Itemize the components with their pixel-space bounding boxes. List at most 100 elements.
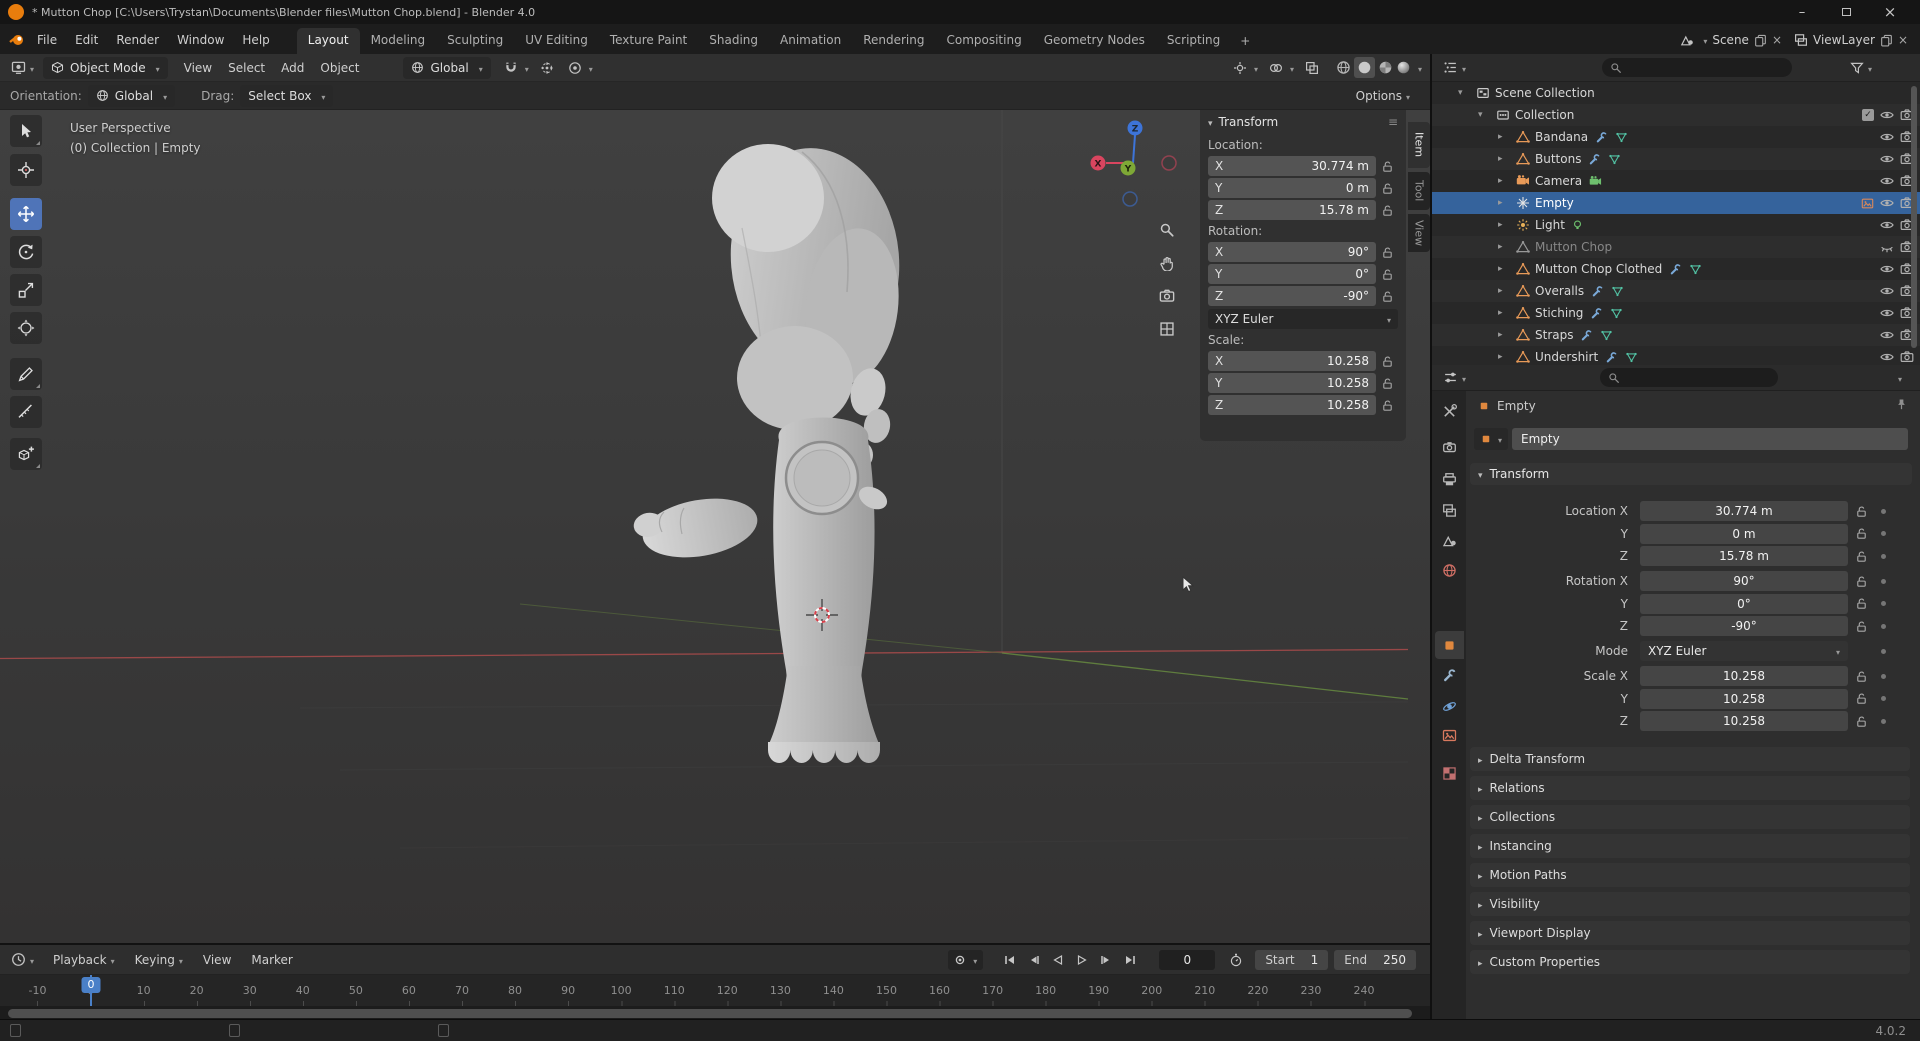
camera-data-icon[interactable]: [1588, 174, 1602, 188]
geometry-nodes-icon[interactable]: [1624, 350, 1638, 364]
animate-decorator-dot[interactable]: [1874, 601, 1892, 606]
timeline-editor-icon[interactable]: [8, 952, 37, 967]
jump-to-start-button[interactable]: [999, 949, 1021, 971]
lock-icon[interactable]: [1848, 670, 1874, 683]
lock-icon[interactable]: [1376, 182, 1398, 195]
modifier-wrench-icon[interactable]: [1579, 328, 1593, 342]
viewport-menu-item[interactable]: Select: [220, 57, 273, 79]
disclosure-icon[interactable]: [1498, 132, 1514, 142]
object-type-dropdown[interactable]: [1474, 428, 1508, 450]
disclosure-icon[interactable]: [1498, 154, 1514, 164]
scene-icon[interactable]: [1680, 33, 1694, 47]
timeline-menu-item[interactable]: Keying: [125, 949, 193, 971]
tab-physics[interactable]: [1435, 692, 1464, 720]
snap-to-icon[interactable]: [537, 61, 557, 75]
hide-in-viewport-eye-icon[interactable]: [1880, 174, 1894, 188]
value-field[interactable]: 10.258: [1640, 666, 1848, 686]
snap-dropdown-chevron[interactable]: [525, 62, 529, 74]
tab-constraints[interactable]: [1435, 661, 1464, 689]
tool-cursor[interactable]: [10, 154, 42, 186]
tab-texture[interactable]: [1435, 759, 1464, 787]
workspace-tab[interactable]: Animation: [769, 28, 852, 54]
tool-add-primitive[interactable]: [10, 438, 42, 470]
animate-decorator-dot[interactable]: [1874, 674, 1892, 679]
lock-icon[interactable]: [1376, 377, 1398, 390]
workspace-tab[interactable]: Texture Paint: [599, 28, 698, 54]
tab-object[interactable]: [1435, 631, 1464, 659]
workspace-tab[interactable]: Compositing: [935, 28, 1032, 54]
outliner-row[interactable]: Light: [1432, 214, 1920, 236]
workspace-tab[interactable]: Geometry Nodes: [1033, 28, 1156, 54]
hide-in-viewport-eye-icon[interactable]: [1880, 218, 1894, 232]
lock-icon[interactable]: [1848, 645, 1874, 658]
viewport-menu-item[interactable]: Object: [312, 57, 367, 79]
show-overlays-icon[interactable]: [1266, 61, 1286, 75]
tool-move[interactable]: [10, 198, 42, 230]
outliner-editor-icon[interactable]: [1440, 60, 1469, 75]
outliner-row[interactable]: Stiching: [1432, 302, 1920, 324]
orientation-dropdown[interactable]: Global: [88, 85, 175, 107]
properties-editor-icon[interactable]: [1440, 370, 1469, 385]
orthographic-toggle-icon[interactable]: [1155, 317, 1179, 341]
new-view-layer-icon[interactable]: [1880, 34, 1893, 47]
panel-collapse-icon[interactable]: [1208, 115, 1219, 129]
hide-in-viewport-eye-icon[interactable]: [1880, 196, 1894, 210]
rotation-mode-dropdown[interactable]: XYZ Euler: [1640, 641, 1848, 661]
snap-magnet-icon[interactable]: [501, 61, 521, 75]
outliner-scrollbar[interactable]: [1911, 86, 1917, 348]
shading-dropdown-chevron[interactable]: [1418, 62, 1422, 74]
menu-item[interactable]: Render: [107, 27, 168, 53]
tab-view-layer[interactable]: [1435, 496, 1464, 524]
view-layer-name[interactable]: ViewLayer: [1813, 33, 1875, 47]
hide-in-viewport-eye-icon[interactable]: [1880, 130, 1894, 144]
hide-in-viewport-eye-icon[interactable]: [1880, 240, 1894, 254]
play-button[interactable]: [1071, 949, 1093, 971]
lock-icon[interactable]: [1376, 290, 1398, 303]
animate-decorator-dot[interactable]: [1874, 624, 1892, 629]
xray-toggle-icon[interactable]: [1302, 61, 1322, 75]
collection-checkbox[interactable]: [1862, 109, 1874, 121]
add-workspace-button[interactable]: +: [1231, 29, 1259, 53]
animate-decorator-dot[interactable]: [1874, 579, 1892, 584]
geometry-nodes-icon[interactable]: [1614, 130, 1628, 144]
scene-name[interactable]: Scene: [1712, 33, 1749, 47]
outliner-row[interactable]: Undershirt: [1432, 346, 1920, 365]
value-field[interactable]: 0 m: [1640, 524, 1848, 544]
maximize-button[interactable]: [1824, 0, 1868, 24]
frame-end-field[interactable]: End250: [1334, 950, 1416, 970]
auto-keying-button[interactable]: [948, 950, 983, 970]
lock-icon[interactable]: [1376, 246, 1398, 259]
animate-decorator-dot[interactable]: [1874, 649, 1892, 654]
lock-icon[interactable]: [1376, 355, 1398, 368]
shading-rendered-icon[interactable]: [1396, 60, 1411, 75]
section-header[interactable]: Relations: [1470, 776, 1910, 800]
outliner-row[interactable]: Scene Collection: [1432, 82, 1920, 104]
zoom-icon[interactable]: [1155, 218, 1179, 242]
proportional-editing-icon[interactable]: [565, 61, 585, 75]
filter-dropdown-chevron[interactable]: [1868, 62, 1872, 74]
tab-scene[interactable]: [1435, 526, 1464, 554]
modifier-wrench-icon[interactable]: [1594, 130, 1608, 144]
breadcrumb-object-name[interactable]: Empty: [1497, 399, 1536, 413]
sidebar-tab-item[interactable]: Item: [1408, 122, 1430, 168]
view-layer-icon[interactable]: [1794, 33, 1808, 47]
lock-icon[interactable]: [1848, 527, 1874, 540]
outliner-row[interactable]: Camera: [1432, 170, 1920, 192]
gizmo-dropdown-chevron[interactable]: [1254, 62, 1258, 74]
properties-filter-chevron[interactable]: [1898, 372, 1902, 384]
outliner-row[interactable]: Empty: [1432, 192, 1920, 214]
lock-icon[interactable]: [1376, 399, 1398, 412]
options-dropdown[interactable]: Options: [1356, 89, 1410, 103]
transform-section-header[interactable]: Transform: [1470, 463, 1912, 485]
disable-in-renders-camera-icon[interactable]: [1900, 350, 1914, 364]
jump-next-keyframe-button[interactable]: [1095, 949, 1117, 971]
play-reverse-button[interactable]: [1047, 949, 1069, 971]
tool-transform[interactable]: [10, 312, 42, 344]
menu-item[interactable]: Help: [233, 27, 278, 53]
section-header[interactable]: Viewport Display: [1470, 921, 1910, 945]
lock-icon[interactable]: [1848, 575, 1874, 588]
outliner-row[interactable]: Buttons: [1432, 148, 1920, 170]
outliner-row[interactable]: Bandana: [1432, 126, 1920, 148]
model-mutton-chop[interactable]: [631, 141, 908, 763]
geometry-nodes-icon[interactable]: [1607, 152, 1621, 166]
